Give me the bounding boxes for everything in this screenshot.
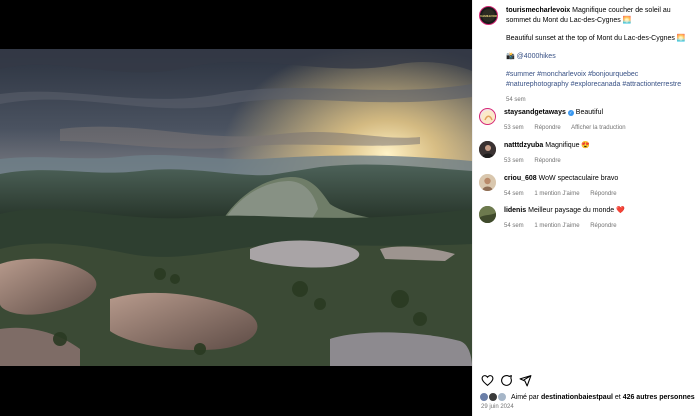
commenter-username[interactable]: natttdzyuba [504, 142, 543, 149]
comment-body: criou_608 WoW spectaculaire bravo 54 sem… [504, 174, 626, 199]
likes-prefix: Aimé par [511, 393, 540, 401]
liker-username[interactable]: destinationbaiestpaul [541, 394, 613, 401]
hashtags[interactable]: #summer #moncharlevoix #bonjourquebec #n… [506, 70, 695, 90]
commenter-username[interactable]: lidenis [504, 207, 526, 214]
comment-time[interactable]: 54 sem [504, 223, 524, 229]
comment-item: lidenis Meilleur paysage du monde ❤️ 54 … [479, 206, 695, 231]
comment-icon[interactable] [500, 374, 513, 387]
comment-meta: 54 sem 1 mention J'aime Répondre [504, 221, 626, 231]
commenter-username[interactable]: staysandgetaways [504, 109, 566, 116]
comment-text: Beautiful [575, 109, 604, 116]
avatar-logo-text: CHARLEVOIX [480, 9, 497, 22]
author-avatar[interactable]: CHARLEVOIX [479, 6, 498, 25]
commenter-avatar[interactable] [479, 174, 496, 191]
reply-button[interactable]: Répondre [534, 158, 560, 164]
comments-panel: CHARLEVOIX tourismecharlevoix Magnifique… [472, 0, 700, 416]
likes-others[interactable]: 426 autres personnes [623, 394, 695, 401]
credit-handle-link[interactable]: @4000hikes [517, 53, 556, 60]
post-time[interactable]: 54 sem [506, 95, 695, 105]
criou-avatar-icon [479, 174, 496, 191]
comment-text: WoW spectaculaire bravo [538, 175, 619, 182]
post-photo[interactable] [0, 49, 472, 366]
comment-meta: 54 sem 1 mention J'aime Répondre [504, 189, 626, 199]
natttdzyuba-avatar-icon [479, 141, 496, 158]
reply-button[interactable]: Répondre [534, 125, 560, 131]
caption-english: Beautiful sunset at the top of Mont du L… [506, 35, 686, 42]
comment-likes[interactable]: 1 mention J'aime [534, 223, 579, 229]
reply-button[interactable]: Répondre [590, 223, 616, 229]
photo-credit: 📸 @4000hikes [506, 52, 695, 62]
comment-meta: 53 sem Répondre Afficher la traduction [504, 123, 635, 133]
staysandgetaways-avatar-icon [481, 110, 495, 124]
lidenis-avatar-icon [479, 206, 496, 223]
comment-body: staysandgetaways ✓ Beautiful 53 sem Répo… [504, 108, 635, 133]
post-actions [481, 374, 532, 387]
comment-text: Meilleur paysage du monde ❤️ [528, 207, 625, 214]
comment-time[interactable]: 53 sem [504, 158, 524, 164]
comment-item: staysandgetaways ✓ Beautiful 53 sem Répo… [479, 108, 695, 133]
translate-button[interactable]: Afficher la traduction [571, 125, 626, 131]
post-caption: CHARLEVOIX tourismecharlevoix Magnifique… [479, 6, 695, 105]
liker-avatars[interactable] [479, 392, 509, 402]
comment-time[interactable]: 54 sem [504, 191, 524, 197]
comment-meta: 53 sem Répondre [504, 156, 590, 166]
commenter-avatar[interactable] [479, 206, 496, 223]
sunset-landscape-image [0, 49, 472, 366]
comment-time[interactable]: 53 sem [504, 125, 524, 131]
liker-avatar-icon [497, 392, 507, 402]
instagram-post-viewer: CHARLEVOIX tourismecharlevoix Magnifique… [0, 0, 700, 416]
commenter-avatar[interactable] [479, 108, 496, 125]
likes-summary: Aimé par destinationbaiestpaul et 426 au… [479, 392, 695, 402]
comment-text: Magnifique 😍 [545, 142, 591, 149]
comment-body: lidenis Meilleur paysage du monde ❤️ 54 … [504, 206, 626, 231]
heart-icon[interactable] [481, 374, 494, 387]
camera-icon: 📸 [506, 53, 515, 60]
comment-likes[interactable]: 1 mention J'aime [534, 191, 579, 197]
comment-body: natttdzyuba Magnifique 😍 53 sem Répondre [504, 141, 590, 166]
commenter-username[interactable]: criou_608 [504, 175, 537, 182]
comment-item: criou_608 WoW spectaculaire bravo 54 sem… [479, 174, 695, 199]
author-username[interactable]: tourismecharlevoix [506, 7, 570, 14]
caption-body: tourismecharlevoix Magnifique coucher de… [506, 6, 695, 105]
likes-connector: et [614, 393, 621, 401]
commenter-avatar[interactable] [479, 141, 496, 158]
media-panel [0, 0, 472, 416]
comment-item: natttdzyuba Magnifique 😍 53 sem Répondre [479, 141, 695, 166]
post-date: 29 juin 2024 [481, 404, 514, 410]
verified-badge-icon: ✓ [567, 110, 574, 116]
reply-button[interactable]: Répondre [590, 191, 616, 197]
share-icon[interactable] [519, 374, 532, 387]
